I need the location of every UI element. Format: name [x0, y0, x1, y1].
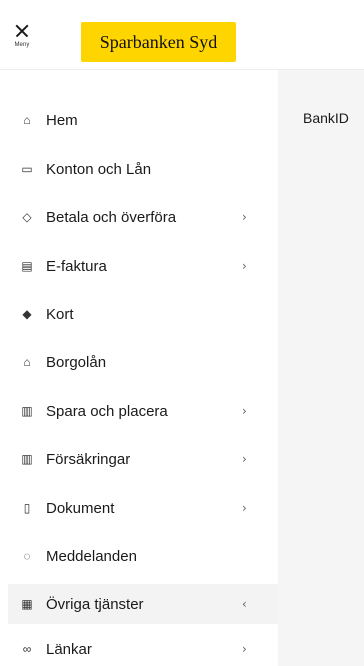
sidebar-item-label: Spara och placera — [46, 402, 168, 420]
menu-close-button[interactable]: Meny — [8, 22, 36, 62]
close-icon — [13, 22, 31, 40]
message-icon: ◌ — [23, 549, 31, 563]
tag-icon: ◇ — [22, 210, 32, 224]
chevron-right-icon: › — [242, 642, 247, 656]
chevron-left-icon: ‹ — [242, 597, 247, 611]
invoice-icon: ▤ — [21, 259, 33, 273]
sidebar-item-label: E-faktura — [46, 257, 107, 275]
home-icon: ⌂ — [23, 113, 31, 127]
sidebar-item-forsakringar[interactable]: ▥ Försäkringar › — [8, 439, 278, 479]
main-content — [278, 70, 364, 666]
sidebar-item-label: Försäkringar — [46, 450, 131, 468]
bankid-label[interactable]: BankID — [303, 110, 349, 126]
sidebar-item-label: Hem — [46, 111, 78, 129]
sidebar-item-label: Dokument — [46, 499, 115, 517]
brand-logo[interactable]: Sparbanken Syd — [81, 22, 236, 62]
house-loan-icon: ⌂ — [23, 355, 31, 369]
chevron-right-icon: › — [242, 404, 247, 418]
sidebar-item-kort[interactable]: ◆ Kort — [8, 294, 278, 334]
sidebar-item-label: Borgolån — [46, 353, 107, 371]
sidebar-item-label: Meddelanden — [46, 547, 137, 565]
sidebar-item-meddelanden[interactable]: ◌ Meddelanden — [8, 536, 278, 576]
sidebar-item-lankar[interactable]: ∞ Länkar › — [8, 633, 278, 665]
sidebar-item-label: Kort — [46, 305, 74, 323]
sidebar-item-borgolan[interactable]: ⌂ Borgolån — [8, 342, 278, 382]
card-icon: ◆ — [22, 307, 32, 321]
services-icon: ▦ — [21, 597, 33, 611]
sidebar-item-dokument[interactable]: ▯ Dokument › — [8, 488, 278, 528]
sidebar-item-label: Länkar — [46, 640, 92, 658]
sidebar-menu: ⌂ Hem ▭ Konton och Lån ◇ Betala och över… — [0, 70, 278, 666]
sidebar-item-label: Betala och överföra — [46, 208, 177, 226]
document-icon: ▯ — [23, 501, 31, 515]
chevron-right-icon: › — [242, 259, 247, 273]
top-header: Meny Sparbanken Syd — [0, 0, 364, 70]
sidebar-item-spara-och-placera[interactable]: ▥ Spara och placera › — [8, 391, 278, 431]
link-icon: ∞ — [22, 642, 32, 656]
wallet-icon: ▭ — [21, 162, 33, 176]
sidebar-item-hem[interactable]: ⌂ Hem — [8, 100, 278, 140]
menu-label: Meny — [14, 42, 30, 48]
sidebar-item-konton-och-lan[interactable]: ▭ Konton och Lån — [8, 149, 278, 189]
sidebar-item-ovriga-tjanster[interactable]: ▦ Övriga tjänster ‹ — [8, 584, 278, 624]
sidebar-item-betala-och-overfora[interactable]: ◇ Betala och överföra › — [8, 197, 278, 237]
chart-icon: ▥ — [21, 404, 33, 418]
sidebar-item-label: Konton och Lån — [46, 160, 152, 178]
chart-icon: ▥ — [21, 452, 33, 466]
chevron-right-icon: › — [242, 210, 247, 224]
sidebar-item-e-faktura[interactable]: ▤ E-faktura › — [8, 246, 278, 286]
chevron-right-icon: › — [242, 452, 247, 466]
chevron-right-icon: › — [242, 501, 247, 515]
sidebar-item-label: Övriga tjänster — [46, 595, 144, 613]
